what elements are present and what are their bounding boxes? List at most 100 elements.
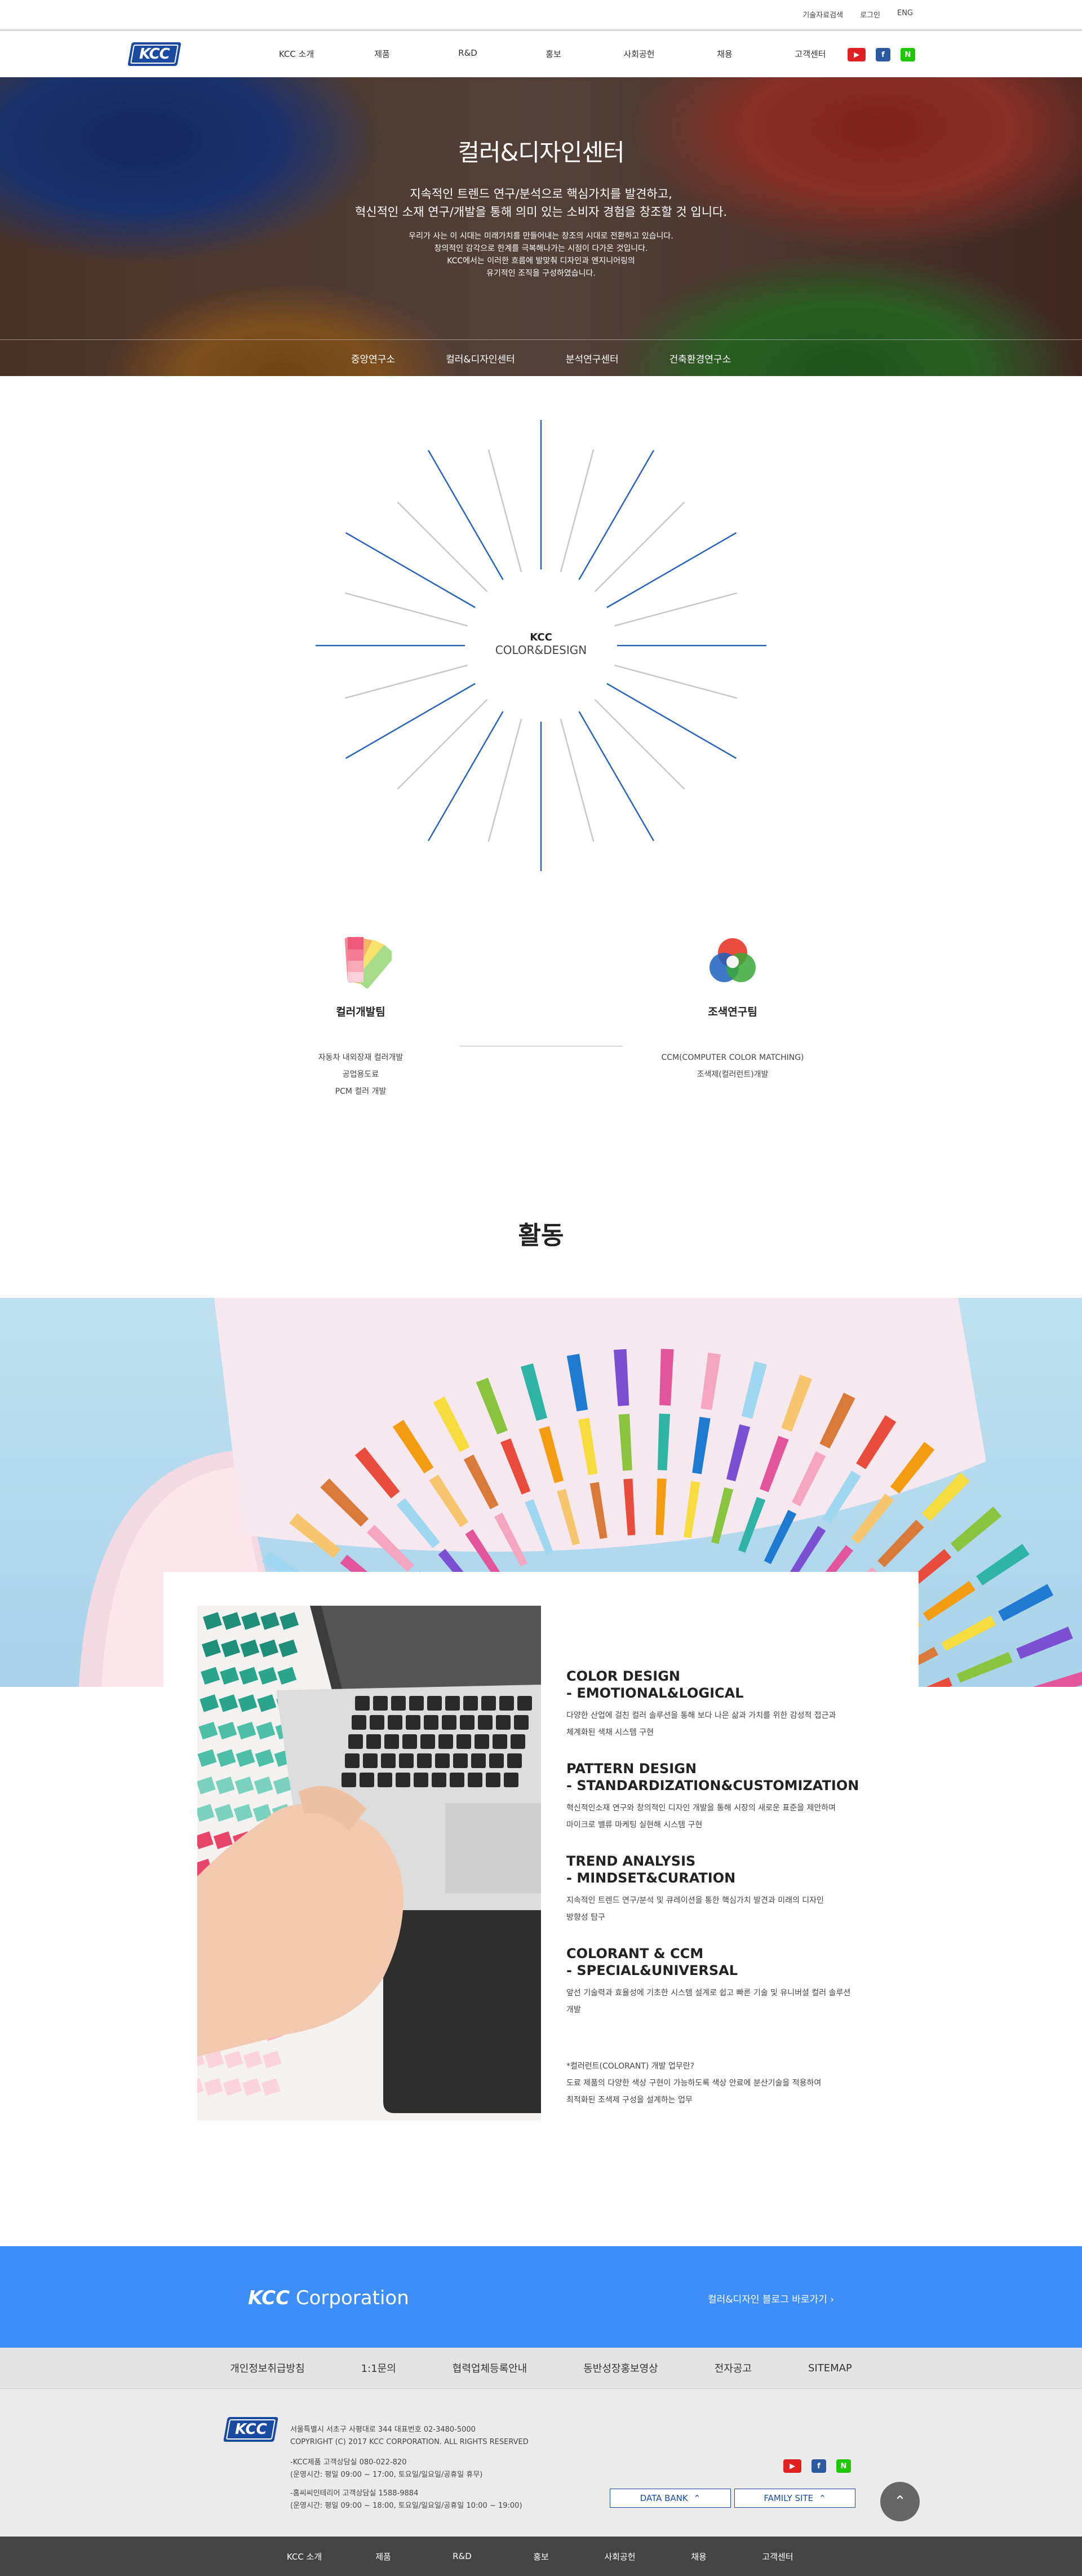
tech-search-link[interactable]: 기술자료검색: [802, 9, 843, 20]
blog-band: KCC Corporation 컬러&디자인 블로그 바로가기 ›: [0, 2246, 1082, 2348]
hero-lead: 지속적인 트렌드 연구/분석으로 핵심가치를 발견하고, 혁신적인 소재 연구/…: [354, 187, 728, 219]
sns-links: ▶ f N: [848, 48, 915, 61]
burst-ray: [578, 449, 655, 580]
utility-links: 기술자료검색 로그인 ENG: [802, 9, 913, 20]
global-nav: KCC KCC 소개 제품 R&D 홍보 사회공헌 채용 고객센터 ▶ f N: [0, 31, 1082, 77]
team-name: 컬러개발팀: [336, 1006, 385, 1018]
activity-card: COLOR DESIGN - EMOTIONAL&LOGICAL 다양한 산업에 …: [163, 1572, 919, 2155]
facebook-icon[interactable]: f: [812, 2459, 826, 2473]
burst-ray: [606, 532, 737, 608]
sitemap-link[interactable]: SITEMAP: [808, 2362, 852, 2374]
activity-points: COLOR DESIGN - EMOTIONAL&LOGICAL 다양한 산업에 …: [566, 1668, 882, 2109]
activity-item: TREND ANALYSIS - MINDSET&CURATION 지속적인 트렌…: [566, 1853, 824, 1922]
burst-ray: [427, 711, 504, 842]
team-items: CCM(COMPUTER COLOR MATCHING) 조색제(컬러런트)개발: [661, 1053, 804, 1079]
burst-ray: [487, 449, 522, 572]
burst-ray: [560, 719, 595, 842]
menu-support[interactable]: 고객센터: [768, 48, 853, 60]
blog-link[interactable]: 컬러&디자인 블로그 바로가기 ›: [708, 2291, 834, 2305]
bottom-menu-rnd[interactable]: R&D: [423, 2551, 502, 2561]
menu-kcc-intro[interactable]: KCC 소개: [254, 48, 339, 60]
bottom-menu-products[interactable]: 제품: [344, 2551, 423, 2562]
naver-blog-icon[interactable]: N: [901, 48, 915, 61]
burst-ray: [397, 501, 488, 593]
login-link[interactable]: 로그인: [860, 9, 880, 20]
bottom-menu-support[interactable]: 고객센터: [738, 2551, 817, 2562]
growth-video-link[interactable]: 동반성장홍보영상: [583, 2361, 658, 2375]
burst-ray: [427, 449, 504, 580]
burst-ray: [345, 532, 476, 608]
burst-ray: [344, 664, 468, 699]
scroll-top-button[interactable]: ⌃: [880, 2482, 920, 2521]
homecc-cs-info: -홈씨씨인테리어 고객상담실 1588-9884 (운영시간: 평일 09:00…: [290, 2489, 522, 2510]
chevron-up-icon: ⌃: [894, 2493, 906, 2510]
burst-ray: [606, 683, 737, 759]
bottom-menu-pr[interactable]: 홍보: [502, 2551, 580, 2562]
team-items: 자동차 내외장재 컬러개발 공업용도료 PCM 컬러 개발: [318, 1053, 403, 1096]
burst-ray: [594, 699, 685, 790]
footer-info: KCC 서울특별시 서초구 사평대로 344 대표번호 02-3480-5000…: [0, 2389, 1082, 2537]
english-link[interactable]: ENG: [897, 9, 913, 20]
bottom-menu-csr[interactable]: 사회공헌: [580, 2551, 659, 2562]
inquiry-link[interactable]: 1:1문의: [361, 2361, 396, 2375]
utility-bar: 기술자료검색 로그인 ENG: [0, 0, 1082, 31]
burst-ray: [560, 449, 595, 572]
team-color-matching: 조색연구팀 CCM(COMPUTER COLOR MATCHING) 조색제(컬…: [631, 930, 834, 1083]
notice-link[interactable]: 전자공고: [715, 2361, 752, 2375]
tab-central-lab[interactable]: 중앙연구소: [351, 351, 395, 365]
youtube-icon[interactable]: ▶: [848, 48, 866, 61]
youtube-icon[interactable]: ▶: [783, 2459, 801, 2473]
bottom-menu-kcc-intro[interactable]: KCC 소개: [265, 2551, 344, 2562]
burst-ray: [578, 711, 655, 842]
color-design-burst: KCC COLOR&DESIGN: [313, 417, 769, 874]
band-logo: KCC Corporation: [248, 2287, 409, 2309]
menu-careers[interactable]: 채용: [682, 48, 768, 60]
rgb-circles-icon: [709, 938, 756, 982]
facebook-icon[interactable]: f: [876, 48, 890, 61]
footer-selects: DATA BANK ⌃ FAMILY SITE ⌃: [610, 2489, 855, 2508]
databank-button[interactable]: DATA BANK ⌃: [610, 2489, 731, 2508]
burst-ray: [344, 592, 468, 627]
burst-ray: [614, 592, 738, 627]
rnd-subnav: 중앙연구소 컬러&디자인센터 분석연구센터 건축환경연구소: [0, 339, 1082, 376]
activity-item: COLOR DESIGN - EMOTIONAL&LOGICAL 다양한 산업에 …: [566, 1668, 836, 1737]
footer-links: 개인정보취급방침 1:1문의 협력업체등록안내 동반성장홍보영상 전자공고 SI…: [0, 2348, 1082, 2389]
menu-csr[interactable]: 사회공헌: [596, 48, 682, 60]
family-site-button[interactable]: FAMILY SITE ⌃: [734, 2489, 855, 2508]
hero-banner: 컬러&디자인센터 지속적인 트렌드 연구/분석으로 핵심가치를 발견하고, 혁신…: [0, 77, 1082, 376]
privacy-link[interactable]: 개인정보취급방침: [230, 2361, 304, 2375]
burst-ray: [345, 683, 476, 759]
chevron-up-icon: ⌃: [819, 2493, 826, 2503]
color-swatch-icon: [344, 936, 392, 989]
burst-ray: [614, 664, 738, 699]
activity-title: 활동: [518, 1221, 564, 1250]
activity-item: COLORANT & CCM - SPECIAL&UNIVERSAL 앞선 기술력…: [566, 1946, 851, 2014]
page-title: 컬러&디자인센터: [458, 139, 624, 166]
footer-sns: ▶ f N: [783, 2459, 851, 2473]
burst-ray: [487, 719, 522, 842]
menu-rnd[interactable]: R&D: [425, 48, 511, 60]
company-address: 서울특별시 서초구 사평대로 344 대표번호 02-3480-5000 COP…: [290, 2425, 529, 2446]
partner-link[interactable]: 협력업체등록안내: [453, 2361, 527, 2375]
hero-description: 우리가 사는 이 시대는 미래가치를 만들어내는 창조의 시대로 전환하고 있습…: [409, 232, 673, 278]
bottom-menu-careers[interactable]: 채용: [659, 2551, 738, 2562]
team-name: 조색연구팀: [708, 1006, 757, 1018]
naver-blog-icon[interactable]: N: [836, 2459, 851, 2473]
kcc-logo[interactable]: KCC: [127, 42, 181, 66]
tab-building-env[interactable]: 건축환경연구소: [669, 351, 731, 365]
menu-pr[interactable]: 홍보: [511, 48, 596, 60]
burst-ray: [397, 699, 488, 790]
chevron-up-icon: ⌃: [693, 2493, 701, 2503]
tab-analysis[interactable]: 분석연구센터: [566, 351, 619, 365]
main-menu: KCC 소개 제품 R&D 홍보 사회공헌 채용 고객센터: [254, 48, 853, 60]
footer-bottom-nav: KCC 소개 제품 R&D 홍보 사회공헌 채용 고객센터: [0, 2537, 1082, 2576]
colorant-note: *컬러런트(COLORANT) 개발 업무란? 도료 제품의 다양한 색상 구현…: [566, 2062, 822, 2105]
footer-logo: KCC: [223, 2417, 278, 2442]
menu-products[interactable]: 제품: [339, 48, 425, 60]
burst-label: KCC COLOR&DESIGN: [495, 631, 587, 657]
activity-item: PATTERN DESIGN - STANDARDIZATION&CUSTOMIZ…: [566, 1761, 859, 1830]
team-color-dev: 컬러개발팀 자동차 내외장재 컬러개발 공업용도료 PCM 컬러 개발: [259, 930, 462, 1100]
tab-color-design[interactable]: 컬러&디자인센터: [446, 351, 515, 365]
burst-ray: [594, 501, 685, 593]
laptop-photo: [197, 1606, 541, 2120]
